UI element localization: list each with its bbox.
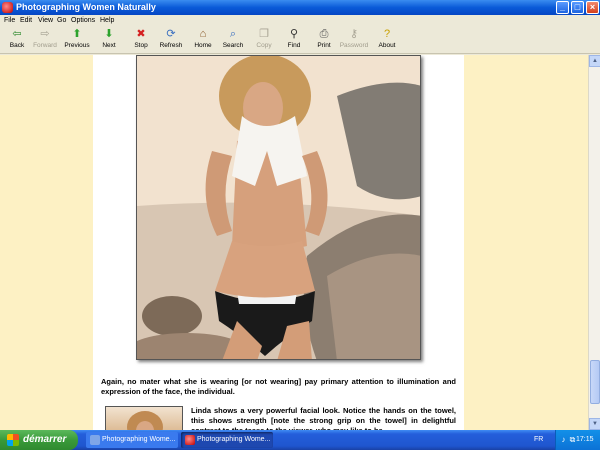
clock[interactable]: 17:15 [576,430,594,450]
menu-view[interactable]: View [38,15,53,26]
next-button[interactable]: ⬇ Next [92,28,126,54]
toolbar: ⇦ Back ⇨ Forward ⬆ Previous ⬇ Next ✖ Stop ⟳ Refresh… [0,26,600,54]
main-photo [136,55,421,360]
menu-options[interactable]: Options [71,15,95,26]
title-bar[interactable]: Photographing Women Naturally _ □ × [0,0,600,15]
previous-button[interactable]: ⬆ Previous [60,28,94,54]
toolbar-label: Refresh [159,42,183,49]
toolbar-label: Search [222,42,244,49]
thumbnail-illustration [127,411,163,430]
taskbar: démarrer Photographing Wome... Photograp… [0,430,600,450]
toolbar-label: Home [194,42,212,49]
app-icon[interactable] [2,2,13,13]
menu-bar: File Edit View Go Options Help [0,15,600,26]
toolbar-label: Print [317,42,331,49]
page-body: Again, no mater what she is wearing [or … [93,55,464,430]
menu-edit[interactable]: Edit [20,15,32,26]
search-button[interactable]: ⌕ Search [216,28,250,54]
content-area: Again, no mater what she is wearing [or … [0,55,588,430]
scroll-up-icon[interactable]: ▲ [589,55,600,67]
window-title: Photographing Women Naturally [16,2,156,12]
maximize-button[interactable]: □ [571,1,584,14]
close-button[interactable]: × [586,1,599,14]
taskbar-button-1[interactable]: Photographing Wome... [86,432,178,448]
toolbar-label: Next [102,42,116,49]
toolbar-label: Stop [134,42,148,49]
toolbar-label: Password [339,42,369,49]
home-icon: ⌂ [199,28,207,40]
scrollbar-thumb[interactable] [590,360,600,404]
stop-button[interactable]: ✖ Stop [124,28,158,54]
start-button[interactable]: démarrer [0,430,78,450]
taskbar-button-2[interactable]: Photographing Wome... [181,432,273,448]
question-icon: ? [383,28,391,40]
arrow-left-icon: ⇦ [12,28,22,40]
arrow-up-icon: ⬆ [72,28,82,40]
copy-button[interactable]: ❐ Copy [247,28,281,54]
minimize-button[interactable]: _ [556,1,569,14]
thumbnail-photo[interactable] [105,406,183,430]
arrow-right-icon: ⇨ [40,28,50,40]
home-button[interactable]: ⌂ Home [186,28,220,54]
vertical-scrollbar[interactable]: ▲ ▼ [588,55,600,430]
paragraph-linda: Linda shows a very powerful facial look.… [191,406,456,430]
toolbar-label: About [378,42,396,49]
taskbar-button-label: Photographing Wome... [102,436,176,443]
copy-icon: ❐ [259,28,269,40]
toolbar-label: Find [287,42,301,49]
password-button[interactable]: ⚷ Password [337,28,371,54]
photo-illustration [137,56,420,359]
refresh-button[interactable]: ⟳ Refresh [154,28,188,54]
print-icon: ⎙ [319,28,329,40]
toolbar-label: Forward [33,42,57,49]
paragraph-illumination: Again, no mater what she is wearing [or … [101,377,456,396]
toolbar-label: Previous [64,42,90,49]
start-label: démarrer [23,434,67,445]
speaker-icon[interactable]: ♪ [559,435,568,444]
app-icon [185,435,195,445]
about-button[interactable]: ? About [370,28,404,54]
application-window: Photographing Women Naturally _ □ × File… [0,0,600,430]
menu-go[interactable]: Go [57,15,66,26]
menu-file[interactable]: File [4,15,15,26]
find-button[interactable]: ⚲ Find [277,28,311,54]
system-tray: ♪ ⧉ 17:15 [555,430,600,450]
toolbar-label: Copy [256,42,272,49]
key-icon: ⚷ [349,28,359,40]
taskbar-button-label: Photographing Wome... [197,436,271,443]
print-button[interactable]: ⎙ Print [307,28,341,54]
language-indicator[interactable]: FR [534,430,543,450]
arrow-down-icon: ⬇ [104,28,114,40]
refresh-icon: ⟳ [166,28,176,40]
windows-logo-icon [7,434,19,446]
forward-button[interactable]: ⇨ Forward [28,28,62,54]
document-icon [90,435,100,445]
stop-icon: ✖ [136,28,146,40]
binoculars-icon: ⚲ [289,28,299,40]
scroll-down-icon[interactable]: ▼ [589,418,600,430]
menu-help[interactable]: Help [100,15,114,26]
search-icon: ⌕ [229,28,237,40]
